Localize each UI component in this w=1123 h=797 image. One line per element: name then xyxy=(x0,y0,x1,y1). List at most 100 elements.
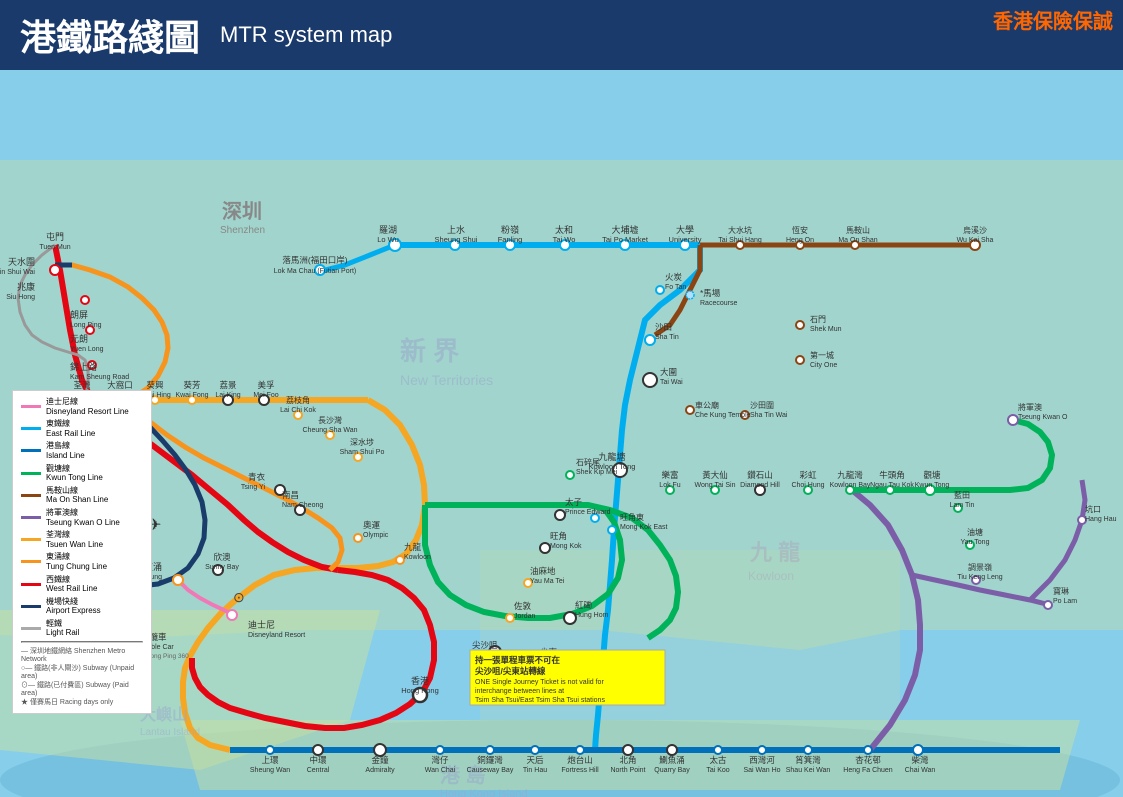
svg-text:金鐘: 金鐘 xyxy=(371,755,389,765)
svg-text:羅湖: 羅湖 xyxy=(379,225,397,235)
svg-text:Mong Kok East: Mong Kok East xyxy=(620,524,668,531)
header: 港鐵路綫圖 MTR system map 香港保險保誠 xyxy=(0,0,1123,70)
svg-text:尖沙咀/尖東站轉線: 尖沙咀/尖東站轉線 xyxy=(475,666,546,676)
svg-text:銅鑼灣: 銅鑼灣 xyxy=(477,755,503,765)
svg-text:杏花邨: 杏花邨 xyxy=(855,755,881,765)
svg-text:炮台山: 炮台山 xyxy=(567,755,593,765)
svg-text:Tai Koo: Tai Koo xyxy=(706,767,729,774)
svg-text:尖沙咀: 尖沙咀 xyxy=(472,640,498,650)
svg-text:沙田圍: 沙田圍 xyxy=(750,401,774,410)
svg-text:鑽石山: 鑽石山 xyxy=(747,470,773,480)
svg-text:Sheung Wan: Sheung Wan xyxy=(250,767,290,774)
svg-text:奧運: 奧運 xyxy=(363,520,381,530)
svg-text:Heng Fa Chuen: Heng Fa Chuen xyxy=(843,767,893,774)
svg-text:荔枝角: 荔枝角 xyxy=(286,395,310,405)
svg-text:Tin Shui Wai: Tin Shui Wai xyxy=(0,269,35,276)
svg-text:Siu Hong: Siu Hong xyxy=(6,294,35,301)
svg-text:Lok Ma Chau (Futian Port): Lok Ma Chau (Futian Port) xyxy=(274,268,356,275)
legend-east-rail: 東鐵線East Rail Line xyxy=(46,419,95,438)
svg-text:彩虹: 彩虹 xyxy=(799,470,817,480)
svg-text:Lantau Island: Lantau Island xyxy=(140,727,200,738)
svg-text:柴灣: 柴灣 xyxy=(911,755,929,765)
svg-text:Lam Tin: Lam Tin xyxy=(950,502,975,509)
svg-text:Shek Mun: Shek Mun xyxy=(810,326,842,333)
svg-text:調景嶺: 調景嶺 xyxy=(968,562,992,572)
legend-disney: 迪士尼線Disneyland Resort Line xyxy=(46,397,129,416)
svg-text:Tin Hau: Tin Hau xyxy=(523,767,547,774)
svg-text:鰂魚涌: 鰂魚涌 xyxy=(659,755,685,765)
svg-text:馬鞍山: 馬鞍山 xyxy=(846,225,870,235)
svg-text:九龍灣: 九龍灣 xyxy=(837,470,863,480)
svg-text:Diamond Hill: Diamond Hill xyxy=(740,482,780,489)
svg-text:University: University xyxy=(669,235,702,244)
svg-text:Chai Wan: Chai Wan xyxy=(905,767,936,774)
svg-text:Cheung Sha Wan: Cheung Sha Wan xyxy=(303,427,358,434)
svg-text:Shek Kip Mei: Shek Kip Mei xyxy=(576,469,618,476)
svg-text:Kowloon: Kowloon xyxy=(748,569,794,583)
svg-text:黃大仙: 黃大仙 xyxy=(702,470,728,480)
svg-text:Choi Hung: Choi Hung xyxy=(791,482,824,489)
title-chinese: 港鐵路綫圖 xyxy=(20,9,200,61)
svg-text:兆康: 兆康 xyxy=(17,281,35,292)
svg-text:Che Kung Temple: Che Kung Temple xyxy=(695,412,751,419)
svg-text:Shau Kei Wan: Shau Kei Wan xyxy=(786,767,831,774)
svg-text:Yau Ma Tei: Yau Ma Tei xyxy=(530,578,565,585)
svg-text:佐敦: 佐敦 xyxy=(514,601,532,611)
svg-text:Wu Kai Sha: Wu Kai Sha xyxy=(957,237,994,244)
svg-text:恆安: 恆安 xyxy=(792,225,808,235)
svg-text:迪士尼: 迪士尼 xyxy=(248,619,275,630)
svg-text:太古: 太古 xyxy=(709,755,727,765)
svg-text:Fortress Hill: Fortress Hill xyxy=(561,767,599,774)
svg-text:Nam Cheong: Nam Cheong xyxy=(282,502,323,509)
svg-text:Sha Tin: Sha Tin xyxy=(655,334,679,341)
svg-text:錦上路: 錦上路 xyxy=(70,361,97,372)
svg-text:Shenzhen: Shenzhen xyxy=(220,225,265,236)
svg-text:Lok Fu: Lok Fu xyxy=(659,482,681,489)
legend-tsuen-wan: 荃灣線Tsuen Wan Line xyxy=(46,530,103,549)
svg-text:深圳: 深圳 xyxy=(222,200,262,223)
svg-text:青衣: 青衣 xyxy=(248,472,266,482)
svg-text:Lai Chi Kok: Lai Chi Kok xyxy=(280,407,316,414)
svg-text:大水坑: 大水坑 xyxy=(728,225,752,235)
title-english: MTR system map xyxy=(220,22,392,48)
svg-text:深水埗: 深水埗 xyxy=(350,437,374,447)
legend-west-rail: 西鐵線West Rail Line xyxy=(46,575,97,594)
svg-text:寶琳: 寶琳 xyxy=(1053,586,1069,596)
svg-text:香港: 香港 xyxy=(411,675,429,686)
legend-tung-chung: 東涌線Tung Chung Line xyxy=(46,552,107,571)
svg-text:City One: City One xyxy=(810,362,837,369)
svg-text:纜車: 纜車 xyxy=(149,632,167,642)
svg-text:油塘: 油塘 xyxy=(967,527,983,537)
svg-text:長沙灣: 長沙灣 xyxy=(318,415,342,425)
svg-text:Sunny Bay: Sunny Bay xyxy=(205,564,239,571)
svg-text:Central: Central xyxy=(307,767,330,774)
svg-text:車公廟: 車公廟 xyxy=(695,400,719,410)
svg-text:樂富: 樂富 xyxy=(661,470,678,480)
svg-text:紅磡: 紅磡 xyxy=(575,600,592,610)
svg-text:Jordan: Jordan xyxy=(514,613,536,620)
svg-text:新 界: 新 界 xyxy=(400,336,459,366)
svg-text:Tsim Sha Tsui/East Tsim Sha Ts: Tsim Sha Tsui/East Tsim Sha Tsui station… xyxy=(475,697,605,704)
svg-text:屯門: 屯門 xyxy=(46,231,64,242)
svg-text:Kowloon: Kowloon xyxy=(404,554,431,561)
legend-kwun-tong: 觀塘線Kwun Tong Line xyxy=(46,464,103,483)
svg-text:持一張單程車票不可在: 持一張單程車票不可在 xyxy=(475,655,561,665)
svg-text:Fo Tan: Fo Tan xyxy=(665,284,686,291)
svg-text:旺角東: 旺角東 xyxy=(620,512,644,522)
svg-text:Long Ping: Long Ping xyxy=(70,322,102,329)
svg-text:上環: 上環 xyxy=(261,755,279,765)
svg-text:葵興: 葵興 xyxy=(146,380,164,390)
svg-text:太子: 太子 xyxy=(565,497,583,507)
svg-text:大窩口: 大窩口 xyxy=(107,380,133,390)
svg-text:大圍: 大圍 xyxy=(660,367,677,377)
svg-text:中環: 中環 xyxy=(309,755,327,765)
legend-tseung-kwan-o: 將軍澳線Tseung Kwan O Line xyxy=(46,508,120,527)
svg-text:天水圍: 天水圍 xyxy=(8,256,35,267)
svg-text:荃灣: 荃灣 xyxy=(73,380,91,390)
svg-text:interchange between lines at: interchange between lines at xyxy=(475,688,564,695)
svg-text:灣仔: 灣仔 xyxy=(431,755,449,765)
svg-text:朗屏: 朗屏 xyxy=(70,309,88,320)
svg-text:石碎尾: 石碎尾 xyxy=(576,457,600,467)
svg-text:Causeway Bay: Causeway Bay xyxy=(467,767,514,774)
svg-text:Kwai Fong: Kwai Fong xyxy=(175,392,208,399)
